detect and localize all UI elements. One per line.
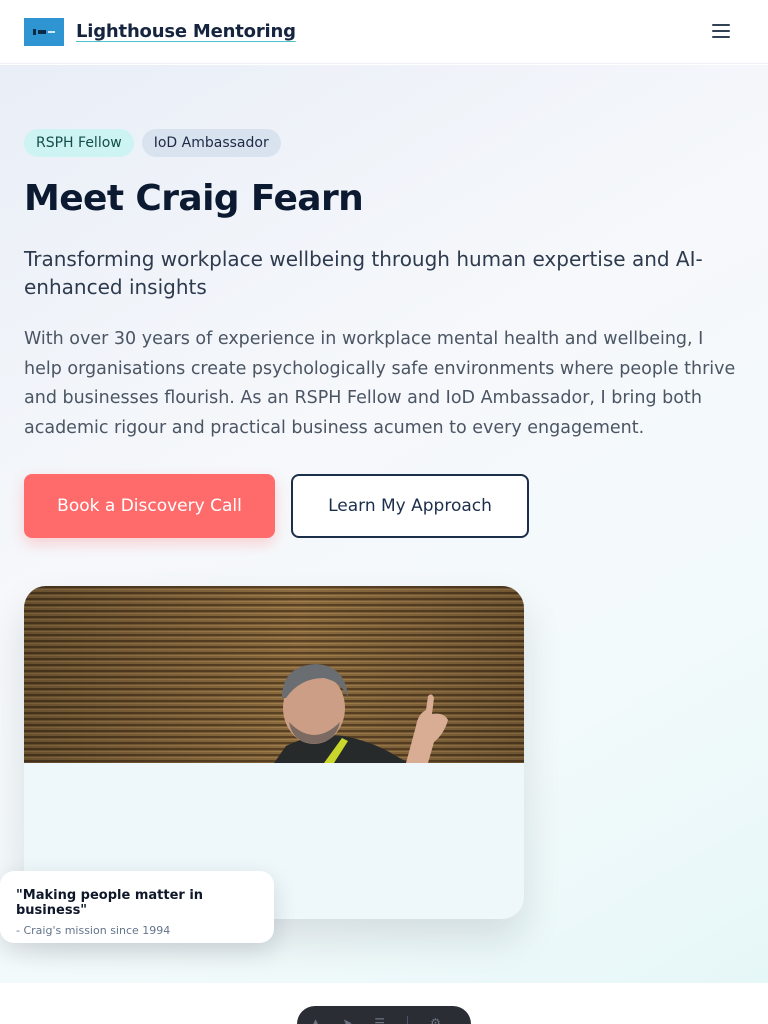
hero-subtitle: Transforming workplace wellbeing through… (24, 247, 703, 299)
site-header: Lighthouse Mentoring (0, 0, 768, 64)
gear-icon[interactable]: ⚙ (430, 1016, 441, 1024)
cursor-icon[interactable]: ▲ (311, 1016, 320, 1024)
learn-my-approach-button[interactable]: Learn My Approach (291, 474, 529, 538)
book-discovery-call-button[interactable]: Book a Discovery Call (24, 474, 275, 538)
rsph-fellow-badge: RSPH Fellow (24, 129, 134, 157)
brand-name-link[interactable]: Lighthouse Mentoring (76, 21, 296, 42)
mission-quote: "Making people matter in business" (16, 888, 204, 918)
hero-description: With over 30 years of experience in work… (24, 329, 736, 438)
page-title: Meet Craig Fearn (24, 178, 364, 219)
profile-photo-card (24, 586, 524, 919)
mission-quote-attribution: - Craig's mission since 1994 (16, 924, 171, 937)
credential-badges: RSPH Fellow IoD Ambassador (24, 129, 281, 157)
menu-lines-icon[interactable]: ☰ (374, 1016, 385, 1024)
toolbar-divider (407, 1016, 409, 1024)
hamburger-menu-icon[interactable] (712, 24, 730, 40)
iod-ambassador-badge: IoD Ambassador (141, 129, 281, 157)
lighthouse-logo-icon[interactable] (24, 17, 64, 46)
craig-speaking-photo (24, 586, 524, 763)
mission-quote-card: "Making people matter in business" - Cra… (0, 871, 274, 943)
send-icon[interactable]: ➤ (342, 1016, 352, 1024)
floating-toolbar: ▲ ➤ ☰ ⚙ (297, 1006, 471, 1024)
